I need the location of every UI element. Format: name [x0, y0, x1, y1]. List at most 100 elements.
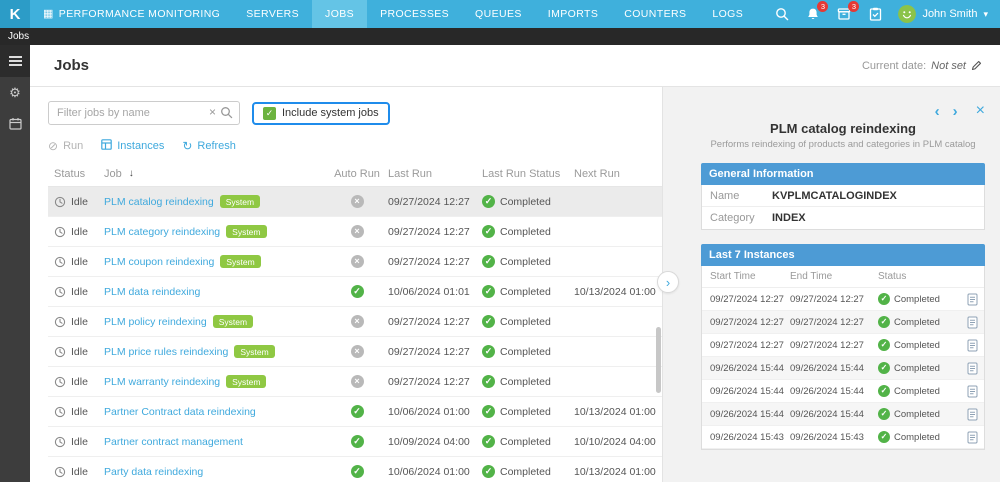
instance-log-icon[interactable]	[960, 339, 984, 352]
table-row[interactable]: Idle PLM category reindexing System × 09/27/…	[48, 217, 662, 247]
completed-icon: ✓	[878, 408, 890, 420]
app-logo[interactable]: K	[0, 0, 30, 28]
table-row[interactable]: Idle Party data reindexing ✓ 10/06/2024 01:…	[48, 457, 662, 482]
table-row[interactable]: Idle PLM policy reindexing System × 09/27/20…	[48, 307, 662, 337]
checkbox-checked-icon[interactable]: ✓	[263, 106, 276, 120]
col-last-run[interactable]: Last Run	[384, 168, 478, 180]
job-name-link[interactable]: PLM warranty reindexing	[104, 376, 220, 388]
main-area: Jobs Current date: Not set ×	[30, 45, 1000, 482]
col-auto-run[interactable]: Auto Run	[330, 168, 384, 180]
col-next-run[interactable]: Next Run	[570, 168, 662, 180]
job-name-link[interactable]: PLM price rules reindexing	[104, 346, 228, 358]
last-run-status-cell: ✓ Completed	[478, 315, 570, 328]
instances-table-header: Start Time End Time Status	[702, 266, 984, 288]
last-run-cell: 10/09/2024 04:00	[388, 435, 470, 448]
last-run-cell: 09/27/2024 12:27	[388, 375, 470, 388]
table-row[interactable]: Idle Partner contract management ✓ 10/09/20…	[48, 427, 662, 457]
completed-icon: ✓	[482, 345, 495, 358]
panel-collapse-button[interactable]: ›	[657, 271, 679, 293]
instance-log-icon[interactable]	[960, 362, 984, 375]
table-row[interactable]: Idle PLM coupon reindexing System × 09/27/20…	[48, 247, 662, 277]
job-name-cell: PLM price rules reindexing System	[98, 345, 330, 358]
next-item-icon[interactable]: ›	[953, 104, 958, 119]
col-job[interactable]: Job ↓	[98, 168, 330, 180]
menu-item-processes[interactable]: PROCESSES	[367, 0, 462, 28]
col-last-run-status[interactable]: Last Run Status	[478, 168, 570, 180]
menu-item-jobs[interactable]: JOBS	[312, 0, 368, 28]
search-icon[interactable]	[774, 6, 790, 22]
instance-row[interactable]: 09/26/2024 15:43 09/26/2024 15:43 ✓ Complet…	[702, 426, 984, 449]
instance-log-icon[interactable]	[960, 316, 984, 329]
job-name-link[interactable]: PLM policy reindexing	[104, 316, 207, 328]
settings-button[interactable]: ⚙	[0, 77, 30, 109]
close-panel-icon[interactable]: ×	[976, 103, 985, 119]
last-run-cell: 09/27/2024 12:27	[388, 255, 470, 268]
hamburger-icon	[8, 56, 22, 66]
panel-title: PLM catalog reindexing	[770, 121, 916, 136]
menu-item-imports[interactable]: IMPORTS	[535, 0, 611, 28]
modules-box-icon[interactable]: 3	[836, 1, 860, 22]
menu-item-servers[interactable]: SERVERS	[233, 0, 312, 28]
include-system-jobs-toggle[interactable]: ✓ Include system jobs	[252, 101, 390, 125]
table-row[interactable]: Idle PLM warranty reindexing System × 09/27/…	[48, 367, 662, 397]
tasks-clipboard-icon[interactable]	[867, 6, 883, 22]
last-run-cell: 09/27/2024 12:27	[388, 225, 470, 238]
instances-icon	[101, 139, 113, 153]
table-row[interactable]: Idle PLM catalog reindexing System × 09/27/2…	[48, 187, 662, 217]
instance-status: ✓ Completed	[878, 408, 960, 420]
instances-button[interactable]: Instances	[101, 139, 164, 153]
menu-item-counters[interactable]: COUNTERS	[611, 0, 699, 28]
job-name-cell: PLM coupon reindexing System	[98, 255, 330, 268]
grid-icon: ▦	[43, 7, 54, 20]
job-name-cell: PLM warranty reindexing System	[98, 375, 330, 388]
job-name-link[interactable]: Partner Contract data reindexing	[104, 406, 256, 418]
auto-run-cell: ×	[330, 255, 384, 268]
instance-row[interactable]: 09/27/2024 12:27 09/27/2024 12:27 ✓ Complet…	[702, 288, 984, 311]
instance-status: ✓ Completed	[878, 385, 960, 397]
menu-item-label: QUEUES	[475, 8, 522, 20]
job-status-cell: Idle	[48, 406, 98, 418]
table-row[interactable]: Idle PLM data reindexing ✓ 10/06/2024 01:01…	[48, 277, 662, 307]
instance-row[interactable]: 09/27/2024 12:27 09/27/2024 12:27 ✓ Complet…	[702, 311, 984, 334]
job-name-link[interactable]: Partner contract management	[104, 436, 243, 448]
user-menu[interactable]: John Smith ▾	[898, 5, 988, 23]
magnifier-icon[interactable]	[220, 106, 233, 119]
job-name-link[interactable]: PLM catalog reindexing	[104, 196, 214, 208]
job-name-link[interactable]: PLM coupon reindexing	[104, 256, 214, 268]
job-name-link[interactable]: PLM category reindexing	[104, 226, 220, 238]
job-status-cell: Idle	[48, 256, 98, 268]
refresh-button[interactable]: ↻ Refresh	[182, 140, 236, 152]
instance-log-icon[interactable]	[960, 431, 984, 444]
notifications-bell-icon[interactable]: 3	[805, 1, 829, 22]
table-row[interactable]: Idle PLM price rules reindexing System × 09/…	[48, 337, 662, 367]
menu-item-performance-monitoring[interactable]: ▦ PERFORMANCE MONITORING	[30, 0, 233, 28]
breadcrumb-label[interactable]: Jobs	[8, 31, 29, 42]
instance-log-icon[interactable]	[960, 385, 984, 398]
table-row[interactable]: Idle Partner Contract data reindexing ✓ 10/…	[48, 397, 662, 427]
instance-log-icon[interactable]	[960, 408, 984, 421]
vertical-scrollbar[interactable]	[656, 327, 661, 393]
menu-item-logs[interactable]: LOGS	[699, 0, 756, 28]
instance-row[interactable]: 09/26/2024 15:44 09/26/2024 15:44 ✓ Complet…	[702, 357, 984, 380]
job-name-link[interactable]: Party data reindexing	[104, 466, 203, 478]
instance-log-icon[interactable]	[960, 293, 984, 306]
instance-row[interactable]: 09/26/2024 15:44 09/26/2024 15:44 ✓ Complet…	[702, 403, 984, 426]
avatar	[898, 5, 917, 23]
col-status[interactable]: Status	[48, 168, 98, 180]
menu-item-label: PROCESSES	[380, 8, 450, 20]
completed-icon: ✓	[482, 225, 495, 238]
instance-row[interactable]: 09/26/2024 15:44 09/26/2024 15:44 ✓ Complet…	[702, 380, 984, 403]
workspace: ⚙ Jobs Current date: Not set Filter jobs…	[0, 45, 1000, 482]
menu-item-label: LOGS	[712, 8, 744, 20]
menu-item-queues[interactable]: QUEUES	[462, 0, 535, 28]
last-run-cell: 10/06/2024 01:00	[388, 405, 470, 418]
job-name-link[interactable]: PLM data reindexing	[104, 286, 200, 298]
calendar-button[interactable]	[0, 109, 30, 141]
menu-toggle-button[interactable]	[0, 45, 30, 77]
prev-item-icon[interactable]: ‹	[935, 104, 940, 119]
edit-date-pencil-icon[interactable]	[971, 60, 982, 71]
instance-row[interactable]: 09/27/2024 12:27 09/27/2024 12:27 ✓ Complet…	[702, 334, 984, 357]
idle-clock-icon	[54, 406, 66, 418]
run-button[interactable]: ⊘ Run	[48, 140, 83, 152]
clear-filter-icon[interactable]: ×	[209, 105, 216, 119]
